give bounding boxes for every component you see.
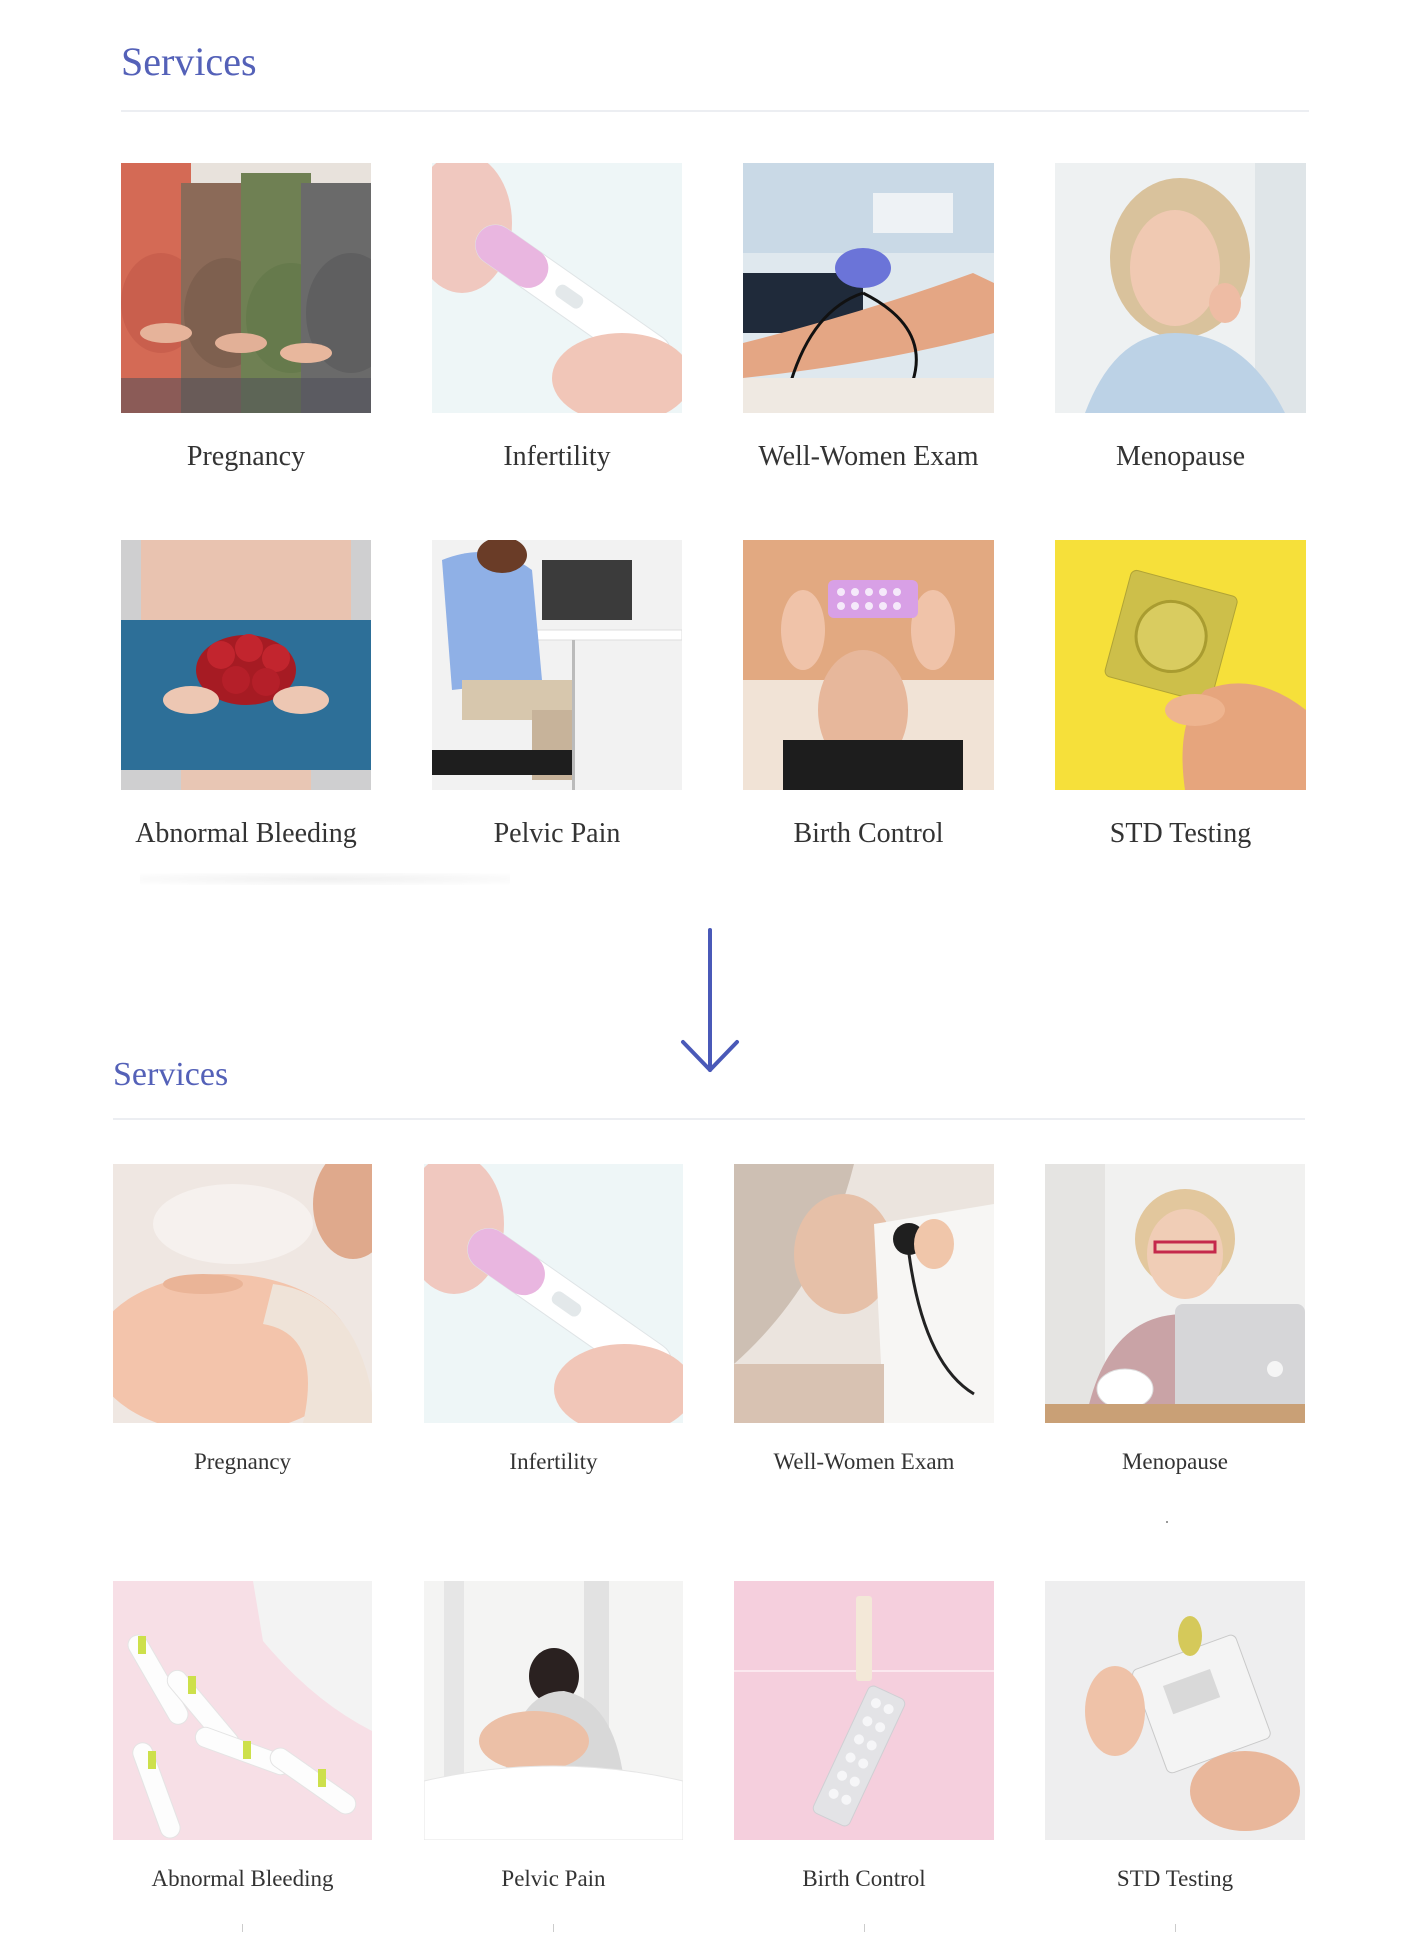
decorative-shadow <box>140 873 510 885</box>
service-label: STD Testing <box>1116 1866 1234 1891</box>
service-label: Abnormal Bleeding <box>151 1866 334 1891</box>
services-section-before: Services Pregnancy Infertility Well-Wome… <box>0 0 1412 900</box>
decorative-tick <box>1175 1924 1176 1932</box>
condom-photo <box>1055 540 1306 790</box>
service-tile-std-testing[interactable]: STD Testing <box>1055 540 1306 860</box>
decorative-tick <box>864 1924 865 1932</box>
service-label: Birth Control <box>802 1866 926 1891</box>
service-label: Pregnancy <box>193 1449 292 1474</box>
service-tile-pregnancy[interactable]: Pregnancy <box>121 163 371 483</box>
section-title: Services <box>113 1056 229 1093</box>
service-label: Pregnancy <box>186 441 306 472</box>
mature-woman-photo <box>1055 163 1306 413</box>
pregnancy-test-photo <box>424 1164 683 1423</box>
stethoscope-photo <box>734 1164 994 1423</box>
pregnant-women-photo <box>121 163 371 413</box>
decorative-tick <box>242 1924 243 1932</box>
service-label: Pelvic Pain <box>501 1866 606 1891</box>
service-tile-birth-control[interactable]: Birth Control <box>743 540 994 860</box>
service-label: Infertility <box>509 1449 598 1474</box>
divider <box>121 110 1309 112</box>
pregnancy-test-photo <box>432 163 682 413</box>
service-tile-pelvic-pain[interactable]: Pelvic Pain <box>432 540 682 860</box>
services-section-after: Services Pregnancy Infertility Well-Wome… <box>0 1040 1412 1937</box>
service-label: Menopause <box>1121 1449 1229 1474</box>
service-label: Pelvic Pain <box>493 818 621 849</box>
service-tile-birth-control[interactable]: Birth Control <box>734 1581 994 1901</box>
decorative-tick <box>553 1924 554 1932</box>
service-tile-well-women-exam[interactable]: Well-Women Exam <box>734 1164 994 1484</box>
blood-pressure-photo <box>743 163 994 413</box>
roses-photo <box>121 540 371 790</box>
pill-pack-photo <box>743 540 994 790</box>
service-label: Well-Women Exam <box>773 1449 955 1474</box>
tampons-photo <box>113 1581 372 1840</box>
service-label: Infertility <box>503 441 611 472</box>
divider <box>113 1118 1305 1120</box>
pregnant-belly-photo <box>113 1164 372 1423</box>
section-title: Services <box>121 39 257 84</box>
service-label: STD Testing <box>1109 818 1252 849</box>
service-tile-pelvic-pain[interactable]: Pelvic Pain <box>424 1581 683 1901</box>
woman-laptop-photo <box>1045 1164 1305 1423</box>
back-pain-photo <box>432 540 682 790</box>
service-label: Abnormal Bleeding <box>135 818 357 849</box>
service-label: Menopause <box>1115 441 1246 472</box>
service-label: Birth Control <box>793 818 944 849</box>
service-tile-pregnancy[interactable]: Pregnancy <box>113 1164 372 1484</box>
service-tile-menopause[interactable]: Menopause <box>1045 1164 1305 1484</box>
service-label: Well-Women Exam <box>758 441 979 472</box>
service-tile-abnormal-bleeding[interactable]: Abnormal Bleeding <box>121 540 371 860</box>
test-packet-photo <box>1045 1581 1305 1840</box>
service-tile-well-women-exam[interactable]: Well-Women Exam <box>743 163 994 483</box>
service-tile-infertility[interactable]: Infertility <box>432 163 682 483</box>
service-tile-abnormal-bleeding[interactable]: Abnormal Bleeding <box>113 1581 372 1901</box>
decorative-dot <box>1166 1521 1168 1523</box>
service-tile-std-testing[interactable]: STD Testing <box>1045 1581 1305 1901</box>
woman-in-bed-photo <box>424 1581 683 1840</box>
service-tile-infertility[interactable]: Infertility <box>424 1164 683 1484</box>
pill-clothespin-photo <box>734 1581 994 1840</box>
service-tile-menopause[interactable]: Menopause <box>1055 163 1306 483</box>
